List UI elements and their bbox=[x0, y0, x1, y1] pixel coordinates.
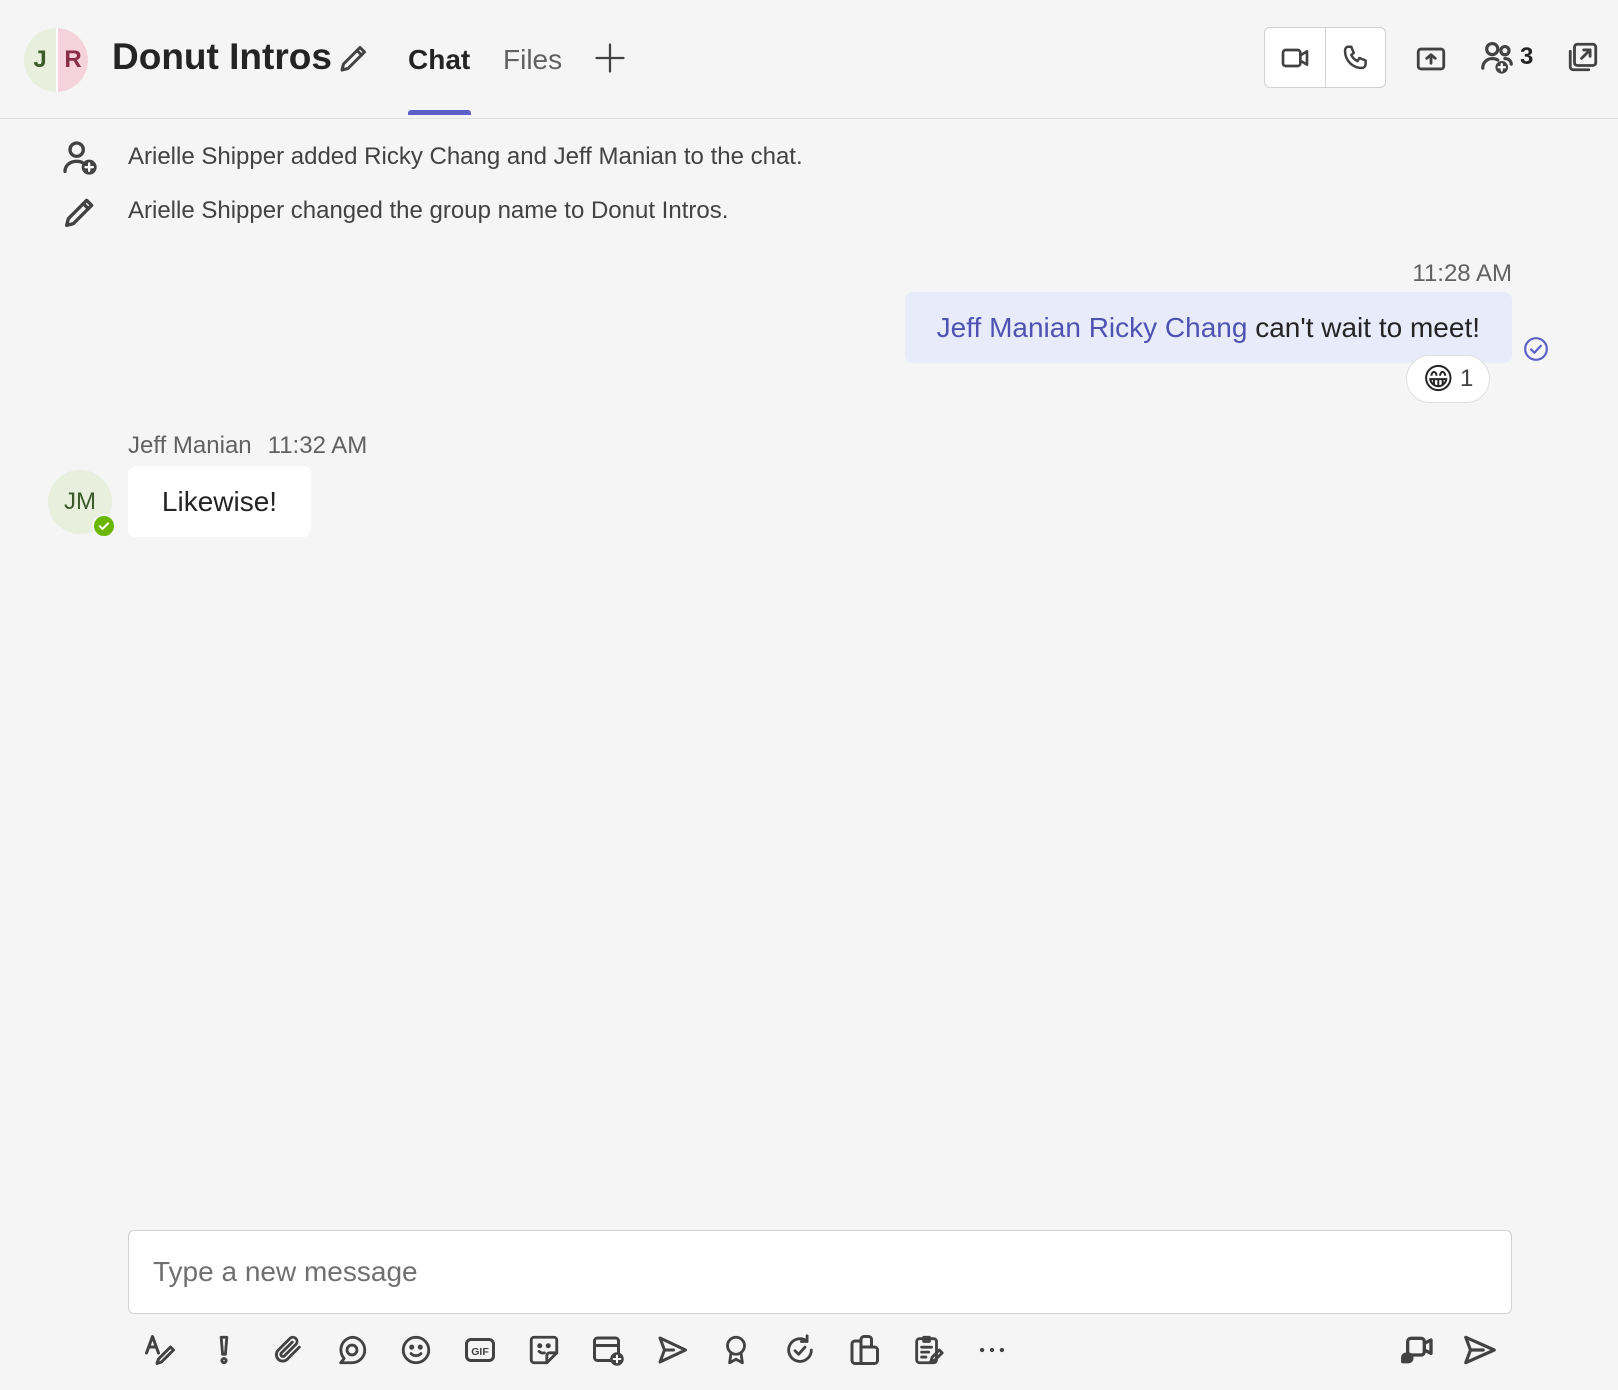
call-buttons bbox=[1264, 27, 1386, 88]
share-screen-icon[interactable] bbox=[1414, 42, 1448, 76]
grin-emoji-icon: 😁 bbox=[1422, 362, 1454, 396]
updates-icon[interactable] bbox=[780, 1330, 820, 1370]
chat-header: J R Donut Intros Chat Files 3 bbox=[0, 0, 1618, 119]
message-compose-input[interactable] bbox=[128, 1230, 1512, 1314]
sent-message-text: can't wait to meet! bbox=[1255, 311, 1480, 343]
active-tab-indicator bbox=[408, 110, 471, 115]
video-call-icon[interactable] bbox=[1265, 28, 1326, 87]
add-tab-plus-icon[interactable] bbox=[592, 40, 628, 76]
mention-ricky-chang[interactable]: Ricky Chang bbox=[1089, 312, 1248, 344]
tab-chat[interactable]: Chat bbox=[408, 44, 470, 76]
presence-available-icon bbox=[92, 514, 116, 538]
received-message-meta: Jeff Manian 11:32 AM bbox=[128, 432, 367, 460]
emoji-icon[interactable] bbox=[396, 1330, 436, 1370]
attach-icon[interactable] bbox=[268, 1330, 308, 1370]
meet-now-icon[interactable] bbox=[1396, 1330, 1436, 1370]
forms-icon[interactable] bbox=[908, 1330, 948, 1370]
message-author[interactable]: Jeff Manian bbox=[128, 432, 252, 459]
apps-icon[interactable] bbox=[844, 1330, 884, 1370]
group-avatar[interactable]: J R bbox=[24, 28, 88, 92]
reaction-pill[interactable]: 😁 1 bbox=[1406, 355, 1490, 403]
event-group-renamed: Arielle Shipper changed the group name t… bbox=[128, 197, 729, 224]
sent-message-bubble[interactable]: Jeff Manian Ricky Chang can't wait to me… bbox=[904, 292, 1512, 363]
more-icon[interactable] bbox=[972, 1330, 1012, 1370]
send-icon[interactable] bbox=[1460, 1330, 1500, 1370]
participants-button[interactable]: 3 bbox=[1478, 38, 1533, 76]
reaction-count: 1 bbox=[1459, 365, 1474, 392]
pencil-icon bbox=[60, 192, 100, 232]
read-receipt-icon bbox=[1523, 336, 1549, 362]
stream-icon[interactable] bbox=[652, 1330, 692, 1370]
event-members-added: Arielle Shipper added Ricky Chang and Je… bbox=[128, 143, 803, 170]
mention-jeff-manian[interactable]: Jeff Manian bbox=[937, 312, 1081, 344]
audio-call-icon[interactable] bbox=[1326, 28, 1386, 87]
pop-out-icon[interactable] bbox=[1566, 40, 1600, 74]
chat-title: Donut Intros bbox=[112, 36, 332, 77]
gif-icon[interactable]: GIF bbox=[460, 1330, 500, 1370]
loop-icon[interactable] bbox=[332, 1330, 372, 1370]
tab-files[interactable]: Files bbox=[503, 44, 562, 76]
received-message-time: 11:32 AM bbox=[267, 432, 368, 459]
sticker-icon[interactable] bbox=[524, 1330, 564, 1370]
praise-icon[interactable] bbox=[716, 1330, 756, 1370]
schedule-meeting-icon[interactable] bbox=[588, 1330, 628, 1370]
svg-text:GIF: GIF bbox=[471, 1346, 489, 1358]
participant-count: 3 bbox=[1520, 43, 1534, 70]
person-add-icon bbox=[60, 138, 100, 178]
edit-title-pencil-icon[interactable] bbox=[336, 40, 372, 76]
format-icon[interactable] bbox=[140, 1330, 180, 1370]
avatar-initial-j: J bbox=[24, 28, 56, 92]
received-message-bubble[interactable]: Likewise! bbox=[128, 466, 311, 537]
people-add-icon bbox=[1478, 38, 1516, 76]
avatar-initial-r: R bbox=[56, 28, 88, 92]
sent-message-time: 11:28 AM bbox=[1412, 260, 1512, 287]
important-icon[interactable] bbox=[204, 1330, 244, 1370]
